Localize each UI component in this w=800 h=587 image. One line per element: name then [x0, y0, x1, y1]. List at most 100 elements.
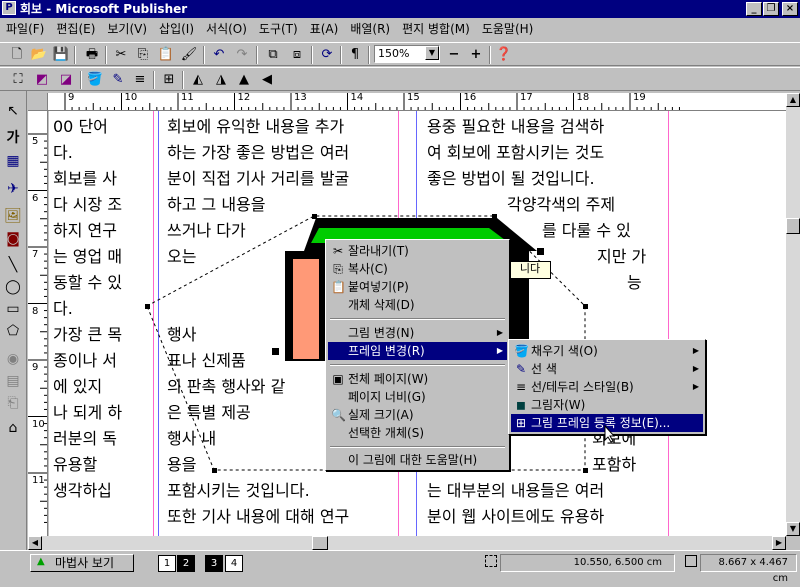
open-icon[interactable]: 📂 [29, 46, 49, 64]
flip-vertical-icon[interactable]: ▲ [234, 71, 254, 89]
zoom-out-icon[interactable]: − [444, 46, 464, 64]
rotate-icon[interactable]: ⟳ [317, 46, 337, 64]
menu-tools[interactable]: 도구(T) [253, 20, 304, 38]
format-painter-icon[interactable]: 🖌 [179, 46, 199, 64]
menu-item-picture-help[interactable]: 이 그림에 대한 도움말(H) [328, 451, 507, 469]
submenu-item-line-color[interactable]: ✎ 선 색 ▶ [511, 360, 703, 378]
menu-format[interactable]: 서식(O) [200, 20, 253, 38]
pointer-tool-icon[interactable]: ↖ [3, 101, 23, 121]
custom-shapes-tool-icon[interactable]: ⬠ [3, 321, 23, 341]
new-icon[interactable]: 🗋 [7, 46, 27, 64]
scroll-right-icon[interactable]: ▶ [772, 536, 786, 550]
flip-horizontal-icon[interactable]: ◀ [257, 71, 277, 89]
menu-separator [330, 318, 505, 320]
line-color-icon[interactable]: ✎ [108, 71, 128, 89]
fill-color-icon[interactable]: 🪣 [85, 71, 105, 89]
line-tool-icon[interactable]: ╲ [3, 255, 23, 275]
menu-item-selected-objects[interactable]: 선택한 개체(S) [328, 424, 507, 442]
bring-to-front-icon[interactable]: ⧉ [263, 46, 283, 64]
menu-item-label: 그림 변경(N) [348, 326, 415, 340]
scroll-down-icon[interactable]: ▼ [786, 522, 800, 536]
help-icon[interactable]: ❓ [494, 46, 514, 64]
page-3-button[interactable]: 3 [205, 555, 223, 572]
wordart-tool-icon[interactable]: ✈ [3, 179, 23, 199]
submenu-item-shadow[interactable]: ◼ 그림자(W) [511, 396, 703, 414]
mouse-cursor-icon [604, 425, 616, 443]
size-readout: 8.667 x 4.467 cm [700, 554, 797, 584]
menu-view[interactable]: 보기(V) [101, 20, 153, 38]
vertical-scrollbar[interactable]: ▲ ▼ [786, 93, 800, 536]
horizontal-ruler[interactable]: 9 10 11 12 13 14 15 16 17 18 19 [28, 93, 786, 111]
scale-picture-icon[interactable]: ◪ [56, 71, 76, 89]
page-1-button[interactable]: 1 [158, 555, 176, 572]
menu-item-cut[interactable]: ✂ 잘라내기(T) [328, 242, 507, 260]
text-frame-tool-icon[interactable]: 가 [3, 128, 23, 148]
page-4-button[interactable]: 4 [225, 555, 243, 572]
house-left-wall [293, 259, 319, 359]
toolbar-separator [489, 46, 491, 64]
context-menu: ✂ 잘라내기(T) ⎘ 복사(C) 📋 붙여넣기(P) 개체 삭제(D) 그림 변경(… [325, 239, 510, 471]
paste-icon[interactable]: 📋 [156, 46, 176, 64]
rectangle-tool-icon[interactable]: ▭ [3, 299, 23, 319]
menu-file[interactable]: 파일(F) [0, 20, 50, 38]
menu-item-copy[interactable]: ⎘ 복사(C) [328, 260, 507, 278]
save-icon[interactable]: 💾 [51, 46, 71, 64]
menu-item-change-picture[interactable]: 그림 변경(N) ▶ [328, 324, 507, 342]
vertical-ruler[interactable]: 5 6 7 8 9 10 11 [28, 111, 48, 536]
cut-icon[interactable]: ✂ [111, 46, 131, 64]
design-gallery-tool-icon[interactable]: ⌂ [3, 418, 23, 438]
html-fragment-tool-icon[interactable]: ▤ [3, 371, 23, 391]
frame-properties-icon[interactable]: ⊞ [159, 71, 179, 89]
undo-icon[interactable]: ↶ [209, 46, 229, 64]
ruler-number: 12 [237, 93, 251, 103]
close-button[interactable]: × [782, 2, 798, 16]
form-control-tool-icon[interactable]: ◉ [3, 349, 23, 369]
submenu-item-fill-color[interactable]: 🪣 채우기 색(O) ▶ [511, 342, 703, 360]
menu-arrange[interactable]: 배열(R) [344, 20, 396, 38]
hot-spot-tool-icon[interactable]: ⎗ [3, 393, 23, 413]
ruler-number: 15 [407, 93, 420, 103]
submenu-item-line-border-style[interactable]: ≡ 선/테두리 스타일(B) ▶ [511, 378, 703, 396]
recolor-picture-icon[interactable]: ◩ [32, 71, 52, 89]
menu-item-paste[interactable]: 📋 붙여넣기(P) [328, 278, 507, 296]
horizontal-scroll-thumb[interactable] [312, 536, 328, 550]
ruler-origin-box[interactable] [28, 93, 48, 111]
crop-picture-icon[interactable]: ⛶ [8, 71, 28, 89]
restore-button[interactable]: ❐ [763, 2, 779, 16]
scroll-left-icon[interactable]: ◀ [28, 536, 42, 550]
rotate-left-icon[interactable]: ◭ [188, 71, 208, 89]
toolbar-separator [340, 46, 342, 64]
vertical-scroll-thumb[interactable] [786, 218, 800, 234]
menu-item-delete-object[interactable]: 개체 삭제(D) [328, 296, 507, 314]
print-icon[interactable]: 🖶 [82, 46, 102, 64]
menu-insert[interactable]: 삽입(I) [153, 20, 200, 38]
table-frame-tool-icon[interactable]: ▦ [3, 151, 23, 171]
menu-item-change-frame[interactable]: 프레임 변경(R) ▶ [328, 342, 507, 360]
menu-item-label: 선 색 [531, 362, 557, 376]
menu-item-page-width[interactable]: 페이지 너비(G) [328, 388, 507, 406]
pilcrow-icon[interactable]: ¶ [345, 46, 365, 64]
clip-gallery-tool-icon[interactable]: ◙ [3, 229, 23, 249]
line-style-icon[interactable]: ≡ [130, 71, 150, 89]
scroll-up-icon[interactable]: ▲ [786, 93, 800, 107]
menu-mail-merge[interactable]: 편지 병합(M) [396, 20, 476, 38]
publisher-app-icon[interactable]: P [2, 1, 16, 15]
send-to-back-icon[interactable]: ⧈ [287, 46, 307, 64]
redo-icon[interactable]: ↷ [232, 46, 252, 64]
menu-help[interactable]: 도움말(H) [476, 20, 540, 38]
page-2-button[interactable]: 2 [177, 555, 195, 572]
menu-edit[interactable]: 편집(E) [50, 20, 101, 38]
menu-table[interactable]: 표(A) [304, 20, 345, 38]
copy-icon[interactable]: ⎘ [133, 46, 153, 64]
fill-bucket-icon: 🪣 [514, 344, 529, 358]
zoom-dropdown-arrow-icon[interactable]: ▼ [425, 46, 439, 60]
wizard-button[interactable]: ▲ 마법사 보기 [30, 554, 134, 572]
rotate-right-icon[interactable]: ◮ [211, 71, 231, 89]
oval-tool-icon[interactable]: ◯ [3, 277, 23, 297]
picture-frame-tool-icon[interactable]: 🖼 [3, 206, 23, 226]
menu-item-full-page[interactable]: ▣ 전체 페이지(W) [328, 370, 507, 388]
horizontal-scrollbar[interactable]: ◀ ▶ [28, 536, 786, 550]
zoom-in-icon[interactable]: + [466, 46, 486, 64]
minimize-button[interactable]: _ [746, 2, 762, 16]
menu-item-actual-size[interactable]: 🔍 실제 크기(A) [328, 406, 507, 424]
